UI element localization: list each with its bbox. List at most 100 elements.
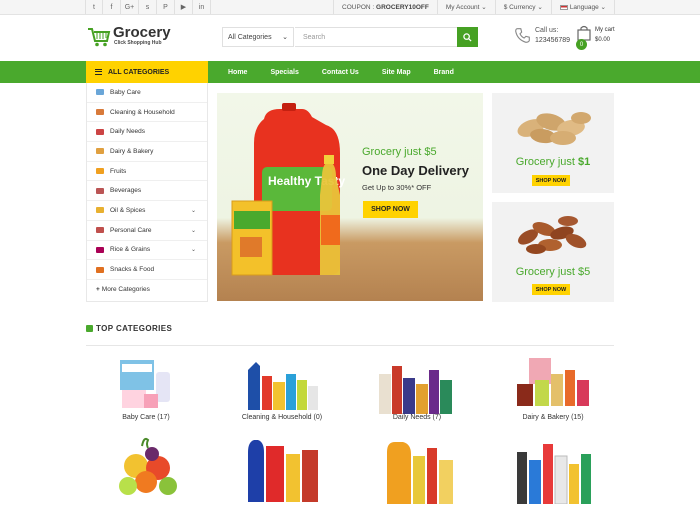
sidebar-item-label: Baby Care	[110, 88, 141, 96]
sidebar-item-beverages[interactable]: Beverages	[87, 181, 207, 202]
sidebar-item-label: Daily Needs	[110, 128, 146, 136]
twitter-icon[interactable]: t	[85, 0, 103, 14]
category-card-cleaning-household[interactable]: Cleaning & Household (0)	[217, 352, 347, 432]
category-card-baby-care[interactable]: Baby Care (17)	[81, 352, 211, 432]
sidebar-item-label: Fruits	[110, 167, 127, 175]
banner-shop-now-button[interactable]: SHOP NOW	[363, 201, 418, 218]
top-categories-title: TOP CATEGORIES	[96, 324, 173, 333]
hero-banner[interactable]: Healthy Tasty Grocery just $5 One Day De…	[217, 93, 483, 301]
promo-shop-now-button[interactable]: SHOP NOW	[532, 284, 570, 295]
sidebar-item-oil-spices[interactable]: Oil & Spices ⌄	[87, 201, 207, 221]
category-card-label: Baby Care (17)	[122, 414, 170, 421]
personal-care-icon	[96, 227, 104, 234]
sidebar-item-baby-care[interactable]: Baby Care	[87, 83, 207, 103]
nav-specials[interactable]: Specials	[270, 69, 298, 76]
dairy-bakery-products-image	[517, 358, 589, 406]
currency-dropdown[interactable]: $ Currency ⌄	[494, 0, 551, 14]
nav-contact-us[interactable]: Contact Us	[322, 69, 359, 76]
category-select-value: All Categories	[228, 33, 272, 41]
logo-name: Grocery	[113, 24, 171, 41]
sidebar-item-label: Oil & Spices	[110, 206, 146, 214]
sidebar-item-label: Rice & Grains	[110, 246, 151, 254]
social-links: t f G+ s P ▶ in	[85, 0, 211, 15]
nav-brand[interactable]: Brand	[434, 69, 454, 76]
category-card-beverages[interactable]	[217, 434, 347, 514]
category-card-fruits[interactable]	[81, 434, 211, 514]
more-categories-link[interactable]: + More Categories	[87, 280, 207, 300]
personal-care-image	[517, 444, 591, 504]
promo-almonds[interactable]: Grocery just $5 SHOP NOW	[492, 202, 614, 302]
chevron-down-icon: ⌄	[600, 4, 606, 11]
cart-button[interactable]: 0 My cart $0.00	[576, 25, 626, 55]
sidebar-item-cleaning-household[interactable]: Cleaning & Household	[87, 103, 207, 123]
site-header: Grocery Click Shopping Hub All Categorie…	[0, 15, 700, 61]
call-label: Call us:	[535, 27, 559, 34]
nav-home[interactable]: Home	[228, 69, 247, 76]
rice-icon	[96, 246, 104, 253]
call-us: Call us: 123456789	[514, 25, 574, 53]
category-card-label: Cleaning & Household (0)	[241, 414, 323, 421]
sidebar-item-daily-needs[interactable]: Daily Needs	[87, 122, 207, 143]
chevron-down-icon: ⌄	[190, 247, 196, 254]
currency-label: $ Currency	[503, 3, 536, 11]
cart-total: $0.00	[595, 37, 611, 43]
promo-peanuts[interactable]: Grocery just $1 SHOP NOW	[492, 93, 614, 193]
all-categories-toggle[interactable]: ALL CATEGORIES	[86, 61, 208, 83]
beverages-image	[248, 440, 318, 502]
logo-tagline: Click Shopping Hub	[114, 40, 162, 46]
section-square-icon	[86, 325, 93, 332]
facebook-icon[interactable]: f	[103, 0, 121, 14]
sidebar-item-label: Snacks & Food	[110, 266, 155, 274]
sidebar-item-personal-care[interactable]: Personal Care ⌄	[87, 221, 207, 241]
beverages-icon	[96, 187, 104, 194]
sidebar-item-dairy-bakery[interactable]: Dairy & Bakery	[87, 142, 207, 162]
cart-label: My cart	[595, 27, 615, 33]
google-plus-icon[interactable]: G+	[121, 0, 139, 14]
fruits-icon	[96, 168, 104, 175]
daily-needs-icon	[96, 128, 104, 135]
product-image: Healthy Tasty	[231, 103, 345, 276]
search-button[interactable]	[457, 27, 478, 47]
search-input[interactable]: Search	[295, 27, 458, 47]
sidebar-item-fruits[interactable]: Fruits	[87, 162, 207, 182]
category-select[interactable]: All Categories ⌄	[222, 27, 294, 47]
my-account-dropdown[interactable]: My Account ⌄	[436, 0, 495, 14]
banner-line3: Get Up to 30%* OFF	[362, 183, 432, 192]
call-number: 123456789	[535, 37, 571, 44]
category-card-dairy-bakery[interactable]: Dairy & Bakery (15)	[488, 352, 618, 432]
coupon-label: COUPON :	[342, 3, 375, 11]
category-card-oil-spices[interactable]	[352, 434, 482, 514]
cleaning-icon	[96, 109, 104, 116]
chevron-down-icon: ⌄	[537, 4, 543, 11]
language-dropdown[interactable]: Language ⌄	[550, 0, 615, 14]
cart-logo-icon	[88, 28, 111, 47]
category-sidebar: Baby Care Cleaning & Household Daily Nee…	[86, 83, 208, 302]
peanuts-image	[517, 112, 591, 145]
plus-icon: +	[96, 286, 100, 294]
main-menu: Home Specials Contact Us Site Map Brand	[228, 61, 477, 83]
youtube-icon[interactable]: ▶	[175, 0, 193, 14]
category-card-label: Dairy & Bakery (15)	[522, 414, 584, 421]
chevron-down-icon: ⌄	[481, 4, 487, 11]
sidebar-item-label: Beverages	[110, 187, 142, 195]
skype-icon[interactable]: s	[139, 0, 157, 14]
logo[interactable]: Grocery Click Shopping Hub	[87, 24, 197, 56]
linkedin-icon[interactable]: in	[193, 0, 211, 14]
snacks-icon	[96, 266, 104, 273]
promo-shop-now-button[interactable]: SHOP NOW	[532, 175, 570, 186]
more-categories-label: More Categories	[101, 286, 150, 294]
category-card-personal-care[interactable]	[488, 434, 618, 514]
daily-needs-products-image	[379, 366, 452, 414]
cleaning-products-image	[248, 362, 318, 410]
sidebar-item-label: Dairy & Bakery	[110, 147, 154, 155]
nav-site-map[interactable]: Site Map	[382, 69, 411, 76]
top-bar: t f G+ s P ▶ in COUPON : GROCERY10OFF My…	[0, 0, 700, 15]
category-card-daily-needs[interactable]: Daily Needs (7)	[352, 352, 482, 432]
cart-count-badge: 0	[576, 39, 587, 50]
sidebar-item-rice-grains[interactable]: Rice & Grains ⌄	[87, 241, 207, 261]
sidebar-item-snacks-food[interactable]: Snacks & Food	[87, 260, 207, 280]
dairy-icon	[96, 148, 104, 155]
pinterest-icon[interactable]: P	[157, 0, 175, 14]
language-label: Language	[569, 3, 599, 11]
sidebar-item-label: Personal Care	[110, 226, 152, 234]
